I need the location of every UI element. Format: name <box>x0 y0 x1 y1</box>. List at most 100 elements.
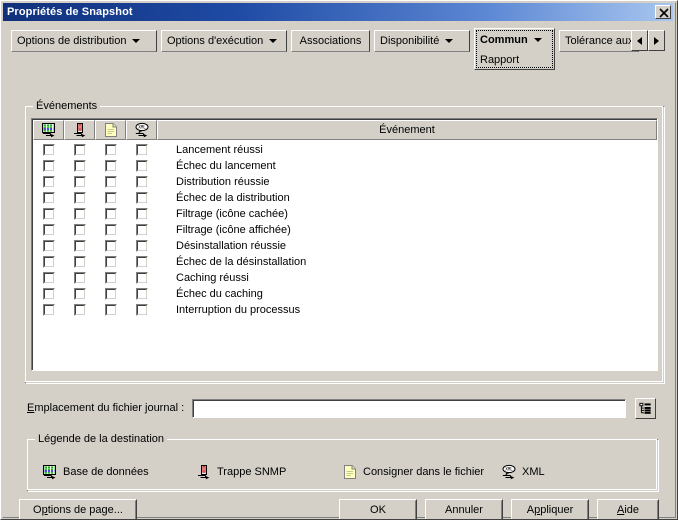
tab-associations[interactable]: Associations <box>291 30 370 52</box>
event-checkbox[interactable] <box>104 272 117 284</box>
event-checkbox[interactable] <box>42 192 55 204</box>
checkbox-cell <box>64 224 95 236</box>
ok-button[interactable]: OK <box>339 499 417 519</box>
event-checkbox[interactable] <box>104 304 117 316</box>
snmp-trap-icon <box>196 464 212 480</box>
checkbox-cell <box>33 288 64 300</box>
event-checkbox[interactable] <box>135 240 148 252</box>
button-label: Options de page... <box>33 504 123 516</box>
chevron-down-icon <box>533 37 542 42</box>
tab-options-de-distribution[interactable]: Options de distribution <box>11 30 157 52</box>
tab-scroll-right-button[interactable] <box>648 30 665 51</box>
column-header-database[interactable] <box>33 120 64 140</box>
log-file-input[interactable] <box>195 400 620 415</box>
event-checkbox[interactable] <box>135 176 148 188</box>
log-file-browse-button[interactable] <box>635 397 657 419</box>
event-checkbox[interactable] <box>135 288 148 300</box>
event-checkbox[interactable] <box>73 272 86 284</box>
button-label: Annuler <box>445 504 483 516</box>
tab-commun[interactable]: Commun Rapport <box>474 28 555 70</box>
event-checkbox[interactable] <box>73 224 86 236</box>
event-checkbox[interactable] <box>42 144 55 156</box>
apply-button[interactable]: Appliquer <box>511 499 589 519</box>
database-icon <box>42 464 58 480</box>
checkbox-cell <box>64 160 95 172</box>
checkbox-cell <box>64 256 95 268</box>
log-file-label: Emplacement du fichier journal : <box>27 402 184 414</box>
event-checkbox[interactable] <box>73 240 86 252</box>
label-post: ide <box>624 504 640 516</box>
checkbox-cell <box>95 208 126 220</box>
event-checkbox[interactable] <box>104 288 117 300</box>
event-checkbox[interactable] <box>42 160 55 172</box>
file-icon <box>102 122 120 138</box>
event-checkbox[interactable] <box>42 224 55 236</box>
event-checkbox[interactable] <box>73 288 86 300</box>
event-checkbox[interactable] <box>73 192 86 204</box>
checkbox-cell <box>95 224 126 236</box>
event-checkbox[interactable] <box>73 304 86 316</box>
event-checkbox[interactable] <box>104 240 117 252</box>
events-list: Événement Lancement réussi Échec du lance… <box>31 118 658 371</box>
event-checkbox[interactable] <box>135 224 148 236</box>
event-checkbox[interactable] <box>42 176 55 188</box>
checkbox-cell <box>33 192 64 204</box>
event-label: Interruption du processus <box>176 304 301 316</box>
event-checkbox[interactable] <box>42 208 55 220</box>
tab-options-d-execution[interactable]: Options d'exécution <box>161 30 287 52</box>
log-file-row: Emplacement du fichier journal : <box>27 397 659 419</box>
column-header-snmp-trap[interactable] <box>64 120 95 140</box>
checkbox-cell <box>126 256 157 268</box>
event-checkbox[interactable] <box>73 208 86 220</box>
checkbox-cell <box>126 272 157 284</box>
column-header-xml[interactable] <box>126 120 157 140</box>
event-checkbox[interactable] <box>73 144 86 156</box>
event-checkbox[interactable] <box>104 144 117 156</box>
column-header-file[interactable] <box>95 120 126 140</box>
event-checkbox[interactable] <box>104 256 117 268</box>
event-checkbox[interactable] <box>73 160 86 172</box>
event-checkbox[interactable] <box>42 304 55 316</box>
legend-item-snmp-trap: Trappe SNMP <box>196 464 286 480</box>
tab-disponibilite[interactable]: Disponibilité <box>374 30 470 52</box>
checkbox-cell <box>95 272 126 284</box>
cancel-button[interactable]: Annuler <box>425 499 503 519</box>
page-options-button[interactable]: Options de page... <box>19 499 137 519</box>
close-button[interactable] <box>655 5 671 19</box>
event-checkbox[interactable] <box>104 160 117 172</box>
event-checkbox[interactable] <box>42 272 55 284</box>
title-bar[interactable]: Propriétés de Snapshot <box>3 3 673 21</box>
tab-label: Associations <box>299 35 362 47</box>
checkbox-cell <box>64 304 95 316</box>
event-checkbox[interactable] <box>135 272 148 284</box>
checkbox-cell <box>95 144 126 156</box>
event-checkbox[interactable] <box>73 256 86 268</box>
event-checkbox[interactable] <box>135 160 148 172</box>
checkbox-cell <box>126 240 157 252</box>
event-label: Échec de la distribution <box>176 192 290 204</box>
help-button[interactable]: Aide <box>597 499 659 519</box>
event-checkbox[interactable] <box>42 240 55 252</box>
event-checkbox[interactable] <box>73 176 86 188</box>
table-row: Échec de la distribution <box>33 190 657 206</box>
tab-scroll-left-button[interactable] <box>631 30 648 51</box>
events-groupbox-title: Événements <box>33 100 101 112</box>
table-row: Échec du lancement <box>33 158 657 174</box>
event-checkbox[interactable] <box>104 224 117 236</box>
event-checkbox[interactable] <box>135 208 148 220</box>
event-checkbox[interactable] <box>104 192 117 204</box>
event-label: Lancement réussi <box>176 144 263 156</box>
event-checkbox[interactable] <box>135 304 148 316</box>
event-checkbox[interactable] <box>104 176 117 188</box>
tab-commun-subitem-rapport[interactable]: Rapport <box>475 50 554 69</box>
event-checkbox[interactable] <box>42 288 55 300</box>
checkbox-cell <box>64 144 95 156</box>
tab-tolerance-aux-pannes[interactable]: Tolérance aux panne <box>559 30 639 52</box>
label-post: pliquer <box>540 504 574 516</box>
event-checkbox[interactable] <box>42 256 55 268</box>
event-checkbox[interactable] <box>135 192 148 204</box>
event-checkbox[interactable] <box>135 256 148 268</box>
event-checkbox[interactable] <box>135 144 148 156</box>
event-checkbox[interactable] <box>104 208 117 220</box>
column-header-event[interactable]: Événement <box>157 120 657 140</box>
